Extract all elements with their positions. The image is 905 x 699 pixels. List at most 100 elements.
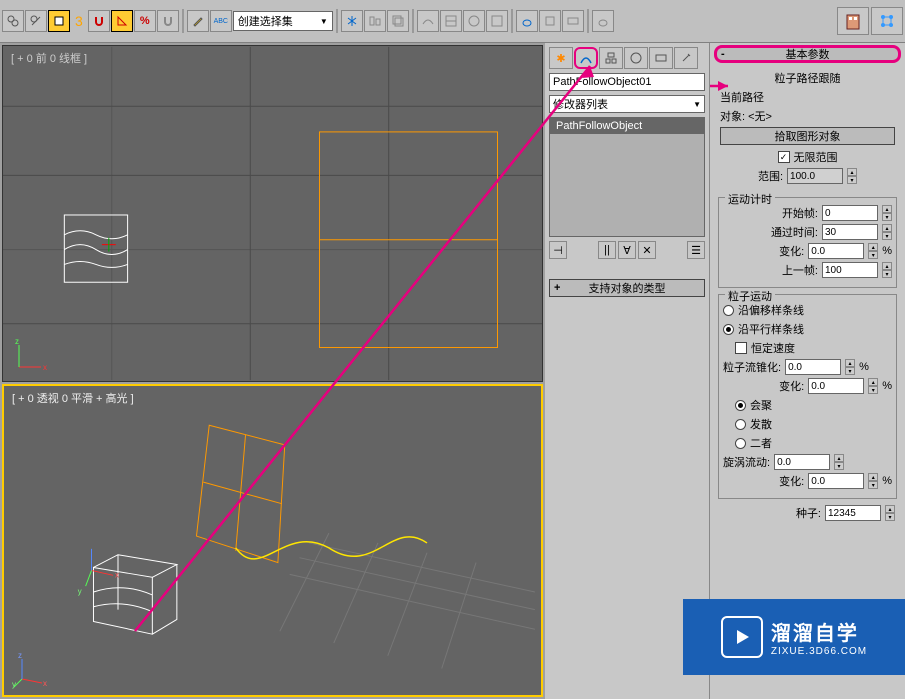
- remove-mod-icon[interactable]: ✕: [638, 241, 656, 259]
- object-none-label: 对象: <无>: [720, 108, 772, 124]
- seed-input[interactable]: [825, 505, 881, 521]
- percent-icon[interactable]: %: [134, 10, 156, 32]
- render-icon[interactable]: [486, 10, 508, 32]
- var2-spinner[interactable]: ▴▾: [868, 378, 878, 394]
- tab-utilities-icon[interactable]: [674, 47, 698, 69]
- modifier-list-dropdown[interactable]: 修改器列表▼: [549, 95, 705, 113]
- svg-text:x: x: [43, 679, 47, 688]
- select-icon[interactable]: [48, 10, 70, 32]
- unique-icon[interactable]: ∀: [618, 241, 636, 259]
- layer-icon[interactable]: [387, 10, 409, 32]
- mirror-icon[interactable]: [341, 10, 363, 32]
- render-setup-icon[interactable]: [539, 10, 561, 32]
- abc-icon[interactable]: ABC: [210, 10, 232, 32]
- align-icon[interactable]: [364, 10, 386, 32]
- seed-spinner[interactable]: ▴▾: [885, 505, 895, 521]
- pct: %: [882, 380, 892, 392]
- svg-text:y: y: [78, 587, 82, 596]
- range-spinner[interactable]: ▴▾: [847, 168, 857, 184]
- tab-hierarchy-icon[interactable]: [599, 47, 623, 69]
- along-parallel-radio[interactable]: [723, 324, 734, 335]
- var3-spinner[interactable]: ▴▾: [868, 473, 878, 489]
- pass-time-input[interactable]: [822, 224, 878, 240]
- persp-scene: x y: [4, 386, 541, 695]
- teapot2-icon[interactable]: [592, 10, 614, 32]
- separator: [587, 9, 589, 33]
- along-offset-label: 沿偏移样条线: [738, 302, 804, 318]
- stream-taper-input[interactable]: [785, 359, 841, 375]
- pick-shape-button[interactable]: 拾取图形对象: [720, 127, 895, 145]
- along-offset-radio[interactable]: [723, 305, 734, 316]
- teapot-icon[interactable]: [516, 10, 538, 32]
- svg-text:y: y: [12, 680, 16, 689]
- swirl-label: 旋涡流动:: [723, 454, 770, 470]
- modifier-stack[interactable]: PathFollowObject: [549, 117, 705, 237]
- swirl-spinner[interactable]: ▴▾: [834, 454, 844, 470]
- viewport-front[interactable]: [ + 0 前 0 线框 ]: [2, 45, 543, 382]
- svg-text:z: z: [18, 651, 22, 660]
- viewports-container: [ + 0 前 0 线框 ]: [0, 43, 545, 699]
- selection-set-dropdown[interactable]: 创建选择集▼: [233, 11, 333, 31]
- curve-icon[interactable]: [417, 10, 439, 32]
- object-name-input[interactable]: [549, 73, 705, 91]
- variation1-label: 变化:: [779, 243, 804, 259]
- axis-gizmo-front: x z: [11, 335, 51, 375]
- converge-label: 会聚: [750, 397, 772, 413]
- variation1-input[interactable]: [808, 243, 864, 259]
- front-scene: [3, 46, 542, 381]
- last-frame-input[interactable]: [822, 262, 878, 278]
- tab-motion-icon[interactable]: [624, 47, 648, 69]
- diverge-radio[interactable]: [735, 419, 746, 430]
- pencil-icon[interactable]: [187, 10, 209, 32]
- basic-params-title: 基本参数: [786, 46, 830, 62]
- tab-modify-icon[interactable]: [574, 47, 598, 69]
- particle-motion-group: 粒子运动 沿偏移样条线 沿平行样条线 恒定速度 粒子流锥化:▴▾% 变化:▴▾%…: [718, 294, 897, 499]
- material-icon[interactable]: [463, 10, 485, 32]
- viewport-perspective[interactable]: [ + 0 透视 0 平滑 + 高光 ]: [2, 384, 543, 697]
- constant-speed-label: 恒定速度: [751, 340, 795, 356]
- render-frame-icon[interactable]: [562, 10, 584, 32]
- graph-icon[interactable]: [871, 7, 903, 35]
- swirl-input[interactable]: [774, 454, 830, 470]
- schema-icon[interactable]: [440, 10, 462, 32]
- basic-params-header[interactable]: - 基本参数: [714, 45, 901, 63]
- both-radio[interactable]: [735, 438, 746, 449]
- var1-spinner[interactable]: ▴▾: [868, 243, 878, 259]
- infinite-range-checkbox[interactable]: ✓: [778, 151, 790, 163]
- start-frame-spinner[interactable]: ▴▾: [882, 205, 892, 221]
- tab-create-icon[interactable]: ✱: [549, 47, 573, 69]
- tab-display-icon[interactable]: [649, 47, 673, 69]
- start-frame-input[interactable]: [822, 205, 878, 221]
- converge-radio[interactable]: [735, 400, 746, 411]
- infinite-range-label: 无限范围: [794, 149, 838, 165]
- watermark: 溜溜自学 ZIXUE.3D66.COM: [683, 599, 905, 675]
- link-icon[interactable]: [2, 10, 24, 32]
- collapse-icon: -: [721, 48, 725, 60]
- pass-time-label: 通过时间:: [771, 224, 818, 240]
- supported-types-rollout[interactable]: + 支持对象的类型: [549, 279, 705, 297]
- unlink-icon[interactable]: [25, 10, 47, 32]
- separator: [412, 9, 414, 33]
- range-input: [787, 168, 843, 184]
- watermark-sub: ZIXUE.3D66.COM: [771, 646, 867, 657]
- play-icon: [721, 616, 763, 658]
- last-frame-spinner[interactable]: ▴▾: [882, 262, 892, 278]
- svg-text:x: x: [43, 363, 47, 372]
- configure-icon[interactable]: ☰: [687, 241, 705, 259]
- variation2-label: 变化:: [779, 378, 804, 394]
- show-end-icon[interactable]: ||: [598, 241, 616, 259]
- pass-time-spinner[interactable]: ▴▾: [882, 224, 892, 240]
- variation2-input[interactable]: [808, 378, 864, 394]
- magnet-icon[interactable]: [88, 10, 110, 32]
- expand-icon: +: [554, 282, 560, 294]
- variation3-input[interactable]: [808, 473, 864, 489]
- angle-snap-icon[interactable]: [111, 10, 133, 32]
- motion-timer-group: 运动计时 开始帧:▴▾ 通过时间:▴▾ 变化:▴▾% 上一帧:▴▾: [718, 197, 897, 288]
- pin-stack-icon[interactable]: ⊣: [549, 241, 567, 259]
- taper-spinner[interactable]: ▴▾: [845, 359, 855, 375]
- magnet2-icon[interactable]: [157, 10, 179, 32]
- building-icon[interactable]: [837, 7, 869, 35]
- constant-speed-checkbox[interactable]: [735, 342, 747, 354]
- modifier-stack-item[interactable]: PathFollowObject: [550, 118, 704, 134]
- chevron-down-icon: ▼: [320, 17, 328, 26]
